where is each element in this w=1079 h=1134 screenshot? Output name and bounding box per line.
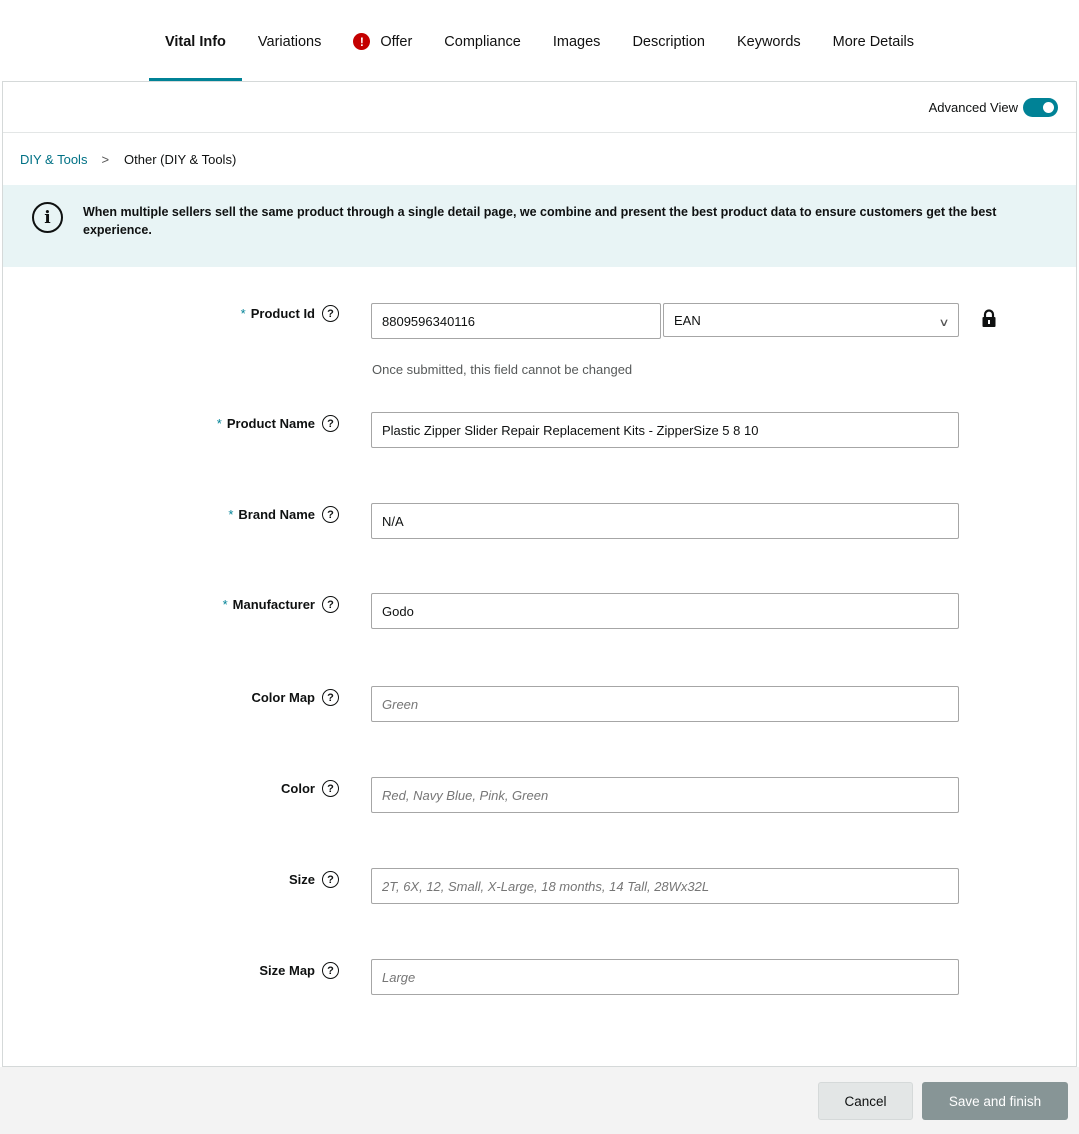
required-marker: * bbox=[228, 507, 234, 522]
color-input[interactable] bbox=[371, 777, 959, 813]
help-icon[interactable]: ? bbox=[322, 780, 339, 797]
tab-bar: Vital Info Variations! Offer Compliance Imag… bbox=[0, 0, 1079, 81]
tab-variations[interactable]: Variations bbox=[242, 0, 337, 81]
manufacturer-label-text: Manufacturer bbox=[232, 597, 315, 612]
tab-offer[interactable]: ! Offer bbox=[337, 0, 428, 81]
color-map-input[interactable] bbox=[371, 686, 959, 722]
tab-vital-info[interactable]: Vital Info bbox=[148, 0, 242, 81]
color-label-text: Color bbox=[281, 781, 315, 796]
tab-description[interactable]: Description bbox=[616, 0, 721, 81]
tab-label: Variations bbox=[257, 33, 322, 50]
tab-compliance[interactable]: Compliance bbox=[428, 0, 537, 81]
help-icon[interactable]: ? bbox=[322, 506, 339, 523]
breadcrumb-separator-icon: > bbox=[101, 151, 110, 167]
product-id-type-value: EAN bbox=[674, 312, 701, 328]
info-banner-text: When multiple sellers sell the same prod… bbox=[83, 205, 997, 237]
help-icon[interactable]: ? bbox=[322, 415, 339, 432]
tab-label: Images bbox=[552, 33, 601, 50]
save-and-finish-button[interactable]: Save and finish bbox=[922, 1082, 1068, 1120]
brand-name-label: * Brand Name ? bbox=[228, 506, 339, 523]
info-banner: i When multiple sellers sell the same pr… bbox=[3, 185, 1076, 267]
product-id-input[interactable] bbox=[371, 303, 661, 339]
breadcrumb-diy-tools[interactable]: DIY & Tools bbox=[20, 152, 87, 167]
product-id-label-text: Product Id bbox=[250, 306, 315, 321]
size-label: Size ? bbox=[289, 871, 339, 888]
manufacturer-input[interactable] bbox=[371, 593, 959, 629]
lock-icon bbox=[982, 309, 996, 327]
breadcrumb: DIY & Tools > Other (DIY & Tools) bbox=[3, 133, 1076, 185]
tab-keywords[interactable]: Keywords bbox=[721, 0, 817, 81]
breadcrumb-current: Other (DIY & Tools) bbox=[124, 151, 237, 167]
brand-name-input[interactable] bbox=[371, 503, 959, 539]
info-icon: i bbox=[32, 202, 63, 233]
footer-bar: Cancel Save and finish bbox=[0, 1067, 1079, 1134]
required-marker: * bbox=[216, 416, 222, 431]
product-id-label: * Product Id ? bbox=[241, 305, 339, 322]
required-marker: * bbox=[240, 306, 246, 321]
tab-label: Vital Info bbox=[164, 33, 226, 50]
help-icon[interactable]: ? bbox=[322, 596, 339, 613]
tab-list: Vital Info Variations! Offer Compliance Imag… bbox=[148, 0, 930, 81]
size-label-text: Size bbox=[288, 872, 315, 887]
product-name-label: * Product Name ? bbox=[217, 415, 339, 432]
chevron-down-icon: ∨ bbox=[938, 316, 950, 329]
tab-label: More Details bbox=[832, 33, 915, 50]
toggle-knob bbox=[1043, 101, 1054, 113]
product-name-label-text: Product Name bbox=[226, 416, 315, 431]
advanced-view-label: Advanced View bbox=[928, 99, 1018, 115]
color-map-label: Color Map ? bbox=[251, 689, 339, 706]
product-id-hint: Once submitted, this field cannot be cha… bbox=[372, 362, 633, 377]
product-name-input[interactable] bbox=[371, 412, 959, 448]
help-icon[interactable]: ? bbox=[322, 305, 339, 322]
cancel-button[interactable]: Cancel bbox=[818, 1082, 913, 1120]
tab-label: Keywords bbox=[736, 33, 801, 50]
size-map-input[interactable] bbox=[371, 959, 959, 995]
size-input[interactable] bbox=[371, 868, 959, 904]
vital-info-panel: Advanced View DIY & Tools > Other (DIY &… bbox=[2, 81, 1077, 1067]
help-icon[interactable]: ? bbox=[322, 689, 339, 706]
tab-images[interactable]: Images bbox=[537, 0, 617, 81]
brand-name-label-text: Brand Name bbox=[238, 507, 315, 522]
advanced-view-toggle[interactable] bbox=[1023, 97, 1058, 117]
tab-label: Description bbox=[632, 33, 705, 50]
warning-icon: ! bbox=[353, 33, 371, 50]
tab-label: Compliance bbox=[444, 33, 521, 50]
tab-more-details[interactable]: More Details bbox=[817, 0, 930, 81]
required-marker: * bbox=[222, 597, 228, 612]
help-icon[interactable]: ? bbox=[322, 871, 339, 888]
manufacturer-label: * Manufacturer ? bbox=[223, 596, 339, 613]
size-map-label-text: Size Map bbox=[259, 963, 315, 978]
color-map-label-text: Color Map bbox=[251, 690, 315, 705]
tab-label: Offer bbox=[380, 33, 413, 50]
product-id-type-select[interactable]: EAN ∨ bbox=[663, 303, 959, 337]
size-map-label: Size Map ? bbox=[259, 962, 339, 979]
advanced-view-row: Advanced View bbox=[3, 82, 1076, 133]
color-label: Color ? bbox=[281, 780, 339, 797]
help-icon[interactable]: ? bbox=[322, 962, 339, 979]
